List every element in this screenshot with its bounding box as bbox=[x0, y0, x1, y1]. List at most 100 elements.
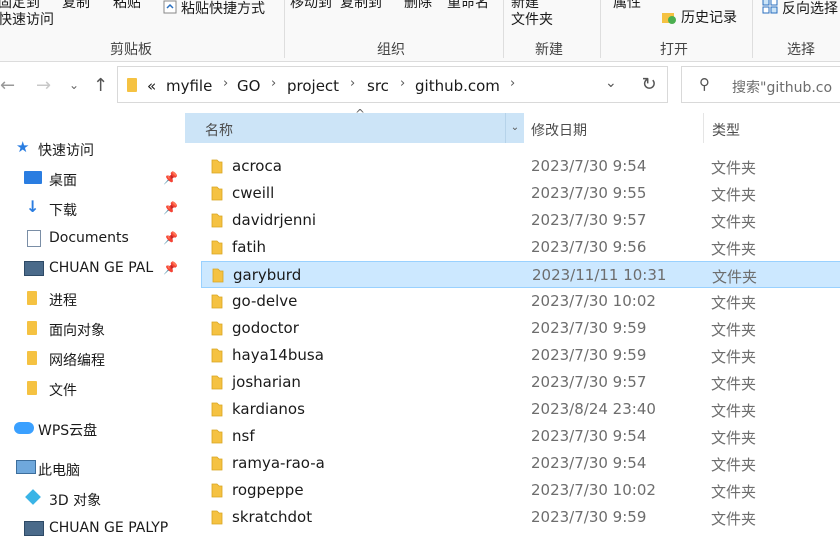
forward-arrow-icon[interactable]: → bbox=[36, 75, 51, 96]
file-row[interactable]: go-delve 2023/7/30 10:02 文件夹 bbox=[201, 288, 840, 315]
paste-shortcut-button[interactable]: 粘贴快捷方式 bbox=[181, 0, 265, 18]
breadcrumb-project[interactable]: project bbox=[287, 77, 339, 95]
sort-ascending-icon: ^ bbox=[355, 107, 366, 121]
folder-icon bbox=[211, 483, 223, 498]
cube-icon bbox=[25, 489, 41, 505]
folder-icon bbox=[211, 186, 223, 201]
file-type: 文件夹 bbox=[711, 186, 757, 204]
file-row[interactable]: skratchdot 2023/7/30 9:59 文件夹 bbox=[201, 504, 840, 531]
file-date: 2023/8/24 23:40 bbox=[531, 400, 656, 418]
pin-icon[interactable]: 📌 bbox=[163, 231, 178, 245]
pin-icon[interactable]: 📌 bbox=[163, 171, 178, 185]
breadcrumb-src[interactable]: src bbox=[367, 77, 389, 95]
history-button[interactable]: 历史记录 bbox=[681, 7, 737, 27]
file-row[interactable]: ramya-rao-a 2023/7/30 9:54 文件夹 bbox=[201, 450, 840, 477]
file-row[interactable]: garyburd 2023/11/11 10:31 文件夹 bbox=[201, 261, 840, 288]
copy-button[interactable]: 复制 bbox=[62, 0, 90, 12]
column-header-date[interactable]: 修改日期 bbox=[523, 113, 703, 143]
rename-button[interactable]: 重命名 bbox=[447, 0, 489, 12]
chevron-right-icon[interactable]: › bbox=[350, 76, 355, 91]
download-icon: ↓ bbox=[26, 197, 40, 216]
up-arrow-icon[interactable]: ↑ bbox=[93, 75, 108, 96]
chevron-right-icon[interactable]: › bbox=[400, 76, 405, 91]
nav-chuan-ge-palyp[interactable]: CHUAN GE PALYP bbox=[0, 513, 182, 543]
pin-quick-access-label[interactable]: 快速访问 bbox=[0, 9, 54, 29]
breadcrumb-github[interactable]: github.com bbox=[415, 77, 500, 95]
nav-downloads[interactable]: ↓ 下载 📌 bbox=[0, 193, 182, 223]
file-date: 2023/7/30 9:56 bbox=[531, 238, 647, 256]
folder-icon bbox=[211, 348, 223, 363]
delete-button[interactable]: 删除 bbox=[404, 0, 432, 12]
nav-label: 网络编程 bbox=[49, 353, 105, 369]
ribbon-divider bbox=[752, 0, 753, 58]
nav-process[interactable]: 进程 bbox=[0, 283, 182, 313]
nav-file[interactable]: 文件 bbox=[0, 373, 182, 403]
file-name: josharian bbox=[232, 373, 301, 391]
ribbon-divider bbox=[600, 0, 601, 58]
folder-icon bbox=[211, 240, 223, 255]
file-row[interactable]: nsf 2023/7/30 9:54 文件夹 bbox=[201, 423, 840, 450]
column-header-type[interactable]: 类型 bbox=[703, 113, 840, 143]
breadcrumb-overflow[interactable]: « bbox=[147, 77, 156, 95]
file-name: nsf bbox=[232, 427, 255, 445]
chevron-right-icon[interactable]: › bbox=[510, 76, 515, 91]
search-icon: ⚲ bbox=[699, 75, 710, 93]
new-folder-button[interactable]: 文件夹 bbox=[511, 9, 553, 29]
search-placeholder: 搜索"github.co bbox=[732, 80, 833, 96]
breadcrumb-myfile[interactable]: myfile bbox=[166, 77, 212, 95]
ribbon-divider bbox=[284, 0, 285, 58]
nav-label: CHUAN GE PAL bbox=[49, 260, 154, 276]
invert-selection-icon bbox=[762, 0, 778, 14]
nav-quick-access[interactable]: ★ 快速访问 bbox=[0, 133, 182, 163]
group-clipboard: 剪贴板 bbox=[110, 42, 152, 58]
back-arrow-icon[interactable]: ← bbox=[0, 75, 15, 96]
nav-wps-cloud[interactable]: WPS云盘 bbox=[0, 413, 182, 443]
folder-icon bbox=[211, 375, 223, 390]
file-row[interactable]: fatih 2023/7/30 9:56 文件夹 bbox=[201, 234, 840, 261]
folder-icon bbox=[211, 213, 223, 228]
nav-label: 文件 bbox=[49, 383, 77, 399]
search-input[interactable]: ⚲ 搜索"github.co bbox=[681, 66, 840, 103]
file-row[interactable]: davidrjenni 2023/7/30 9:57 文件夹 bbox=[201, 207, 840, 234]
recent-locations-chevron-icon[interactable]: ⌄ bbox=[69, 78, 79, 92]
file-row[interactable]: cweill 2023/7/30 9:55 文件夹 bbox=[201, 180, 840, 207]
address-dropdown-icon[interactable]: ⌄ bbox=[605, 75, 617, 91]
file-name: haya14busa bbox=[232, 346, 324, 364]
file-name: godoctor bbox=[232, 319, 299, 337]
file-row[interactable]: acroca 2023/7/30 9:54 文件夹 bbox=[201, 153, 840, 180]
refresh-icon[interactable]: ↻ bbox=[631, 66, 668, 103]
folder-icon bbox=[211, 321, 223, 336]
file-row[interactable]: godoctor 2023/7/30 9:59 文件夹 bbox=[201, 315, 840, 342]
file-row[interactable]: haya14busa 2023/7/30 9:59 文件夹 bbox=[201, 342, 840, 369]
file-row[interactable]: josharian 2023/7/30 9:57 文件夹 bbox=[201, 369, 840, 396]
nav-desktop[interactable]: 桌面 📌 bbox=[0, 163, 182, 193]
chevron-right-icon[interactable]: › bbox=[223, 76, 228, 91]
nav-chuan-ge-pal[interactable]: CHUAN GE PAL 📌 bbox=[0, 253, 182, 283]
breadcrumb-go[interactable]: GO bbox=[237, 77, 260, 95]
pin-icon[interactable]: 📌 bbox=[163, 261, 178, 275]
nav-network[interactable]: 网络编程 bbox=[0, 343, 182, 373]
invert-selection-button[interactable]: 反向选择 bbox=[782, 0, 838, 18]
file-date: 2023/7/30 9:59 bbox=[531, 319, 647, 337]
file-type: 文件夹 bbox=[711, 456, 757, 474]
file-type: 文件夹 bbox=[711, 483, 757, 501]
move-to-button[interactable]: 移动到 bbox=[290, 0, 332, 12]
nav-label: WPS云盘 bbox=[38, 423, 98, 439]
column-header-name[interactable]: ^ 名称 bbox=[185, 107, 523, 143]
nav-documents[interactable]: Documents 📌 bbox=[0, 223, 182, 253]
paste-button[interactable]: 粘贴 bbox=[113, 0, 141, 12]
nav-3d-objects[interactable]: 3D 对象 bbox=[0, 483, 182, 513]
nav-oop[interactable]: 面向对象 bbox=[0, 313, 182, 343]
file-date: 2023/11/11 10:31 bbox=[532, 266, 667, 284]
properties-button[interactable]: 属性 bbox=[613, 0, 641, 12]
column-filter-chevron-icon[interactable]: ⌄ bbox=[505, 113, 524, 143]
pin-icon[interactable]: 📌 bbox=[163, 201, 178, 215]
address-bar[interactable]: « myfile › GO › project › src › github.c… bbox=[117, 66, 668, 103]
copy-to-button[interactable]: 复制到 bbox=[340, 0, 382, 12]
chevron-right-icon[interactable]: › bbox=[271, 76, 276, 91]
nav-this-pc[interactable]: 此电脑 bbox=[0, 453, 182, 483]
file-row[interactable]: kardianos 2023/8/24 23:40 文件夹 bbox=[201, 396, 840, 423]
file-row[interactable]: rogpeppe 2023/7/30 10:02 文件夹 bbox=[201, 477, 840, 504]
file-date: 2023/7/30 9:57 bbox=[531, 211, 647, 229]
star-icon: ★ bbox=[16, 138, 30, 156]
